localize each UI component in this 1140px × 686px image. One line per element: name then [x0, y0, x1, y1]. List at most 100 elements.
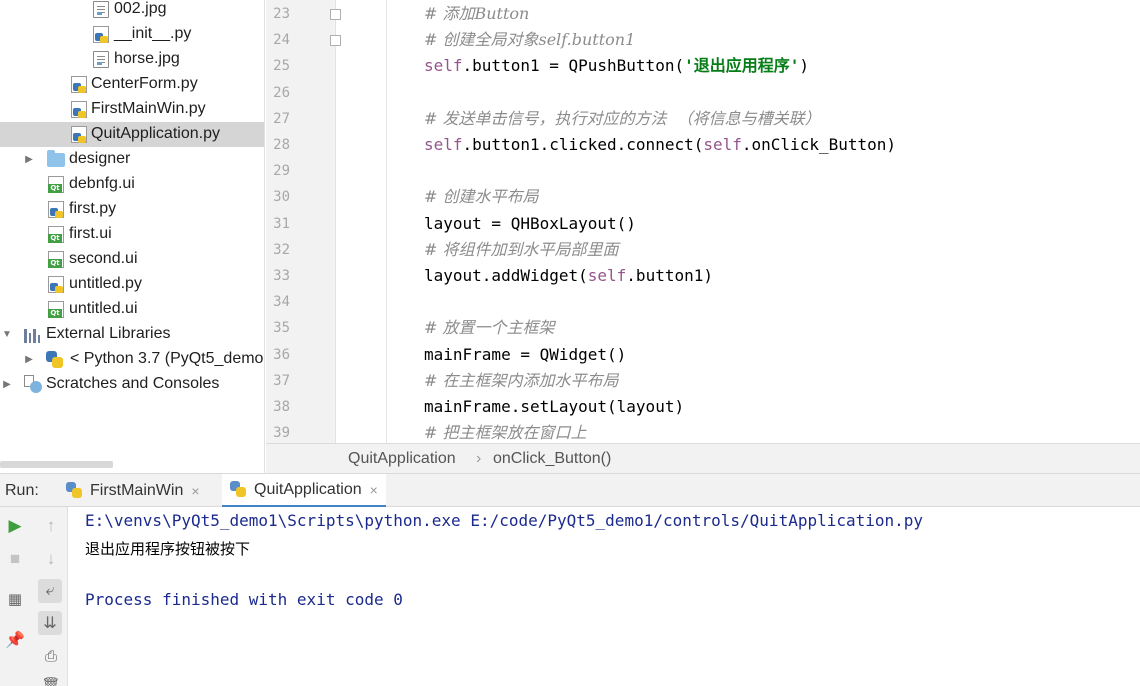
tree-horizontal-scrollbar[interactable] — [0, 461, 113, 468]
rerun-icon[interactable]: ▶ — [3, 514, 27, 538]
run-tab-firstmainwin[interactable]: FirstMainWin × — [62, 474, 204, 508]
qt-ui-file-icon: Qt — [48, 176, 64, 193]
line-number: 34 — [273, 294, 290, 311]
chevron-right-icon[interactable]: ▶ — [23, 353, 35, 365]
tree-item-untitled-ui[interactable]: Qt untitled.ui — [0, 297, 264, 322]
layout-icon[interactable]: ▦ — [3, 587, 27, 611]
project-tree: 002.jpg __init__.py horse.jpg CenterForm… — [0, 0, 265, 473]
arrow-up-icon[interactable]: ↑ — [39, 514, 63, 538]
python-file-icon — [48, 201, 64, 218]
python-file-icon — [71, 126, 87, 143]
line-number: 37 — [273, 372, 290, 389]
arrow-down-icon[interactable]: ↓ — [39, 547, 63, 571]
line-number: 30 — [273, 189, 290, 206]
close-icon[interactable]: × — [370, 482, 378, 498]
tree-item-quitapplication-py[interactable]: QuitApplication.py — [0, 122, 264, 147]
breadcrumb-separator: › — [476, 450, 482, 467]
tree-item-002-jpg[interactable]: 002.jpg — [0, 0, 264, 22]
python-run-icon — [66, 482, 84, 500]
breadcrumb: QuitApplication › onClick_Button() — [266, 443, 1140, 473]
python-file-icon — [71, 101, 87, 118]
line-number: 39 — [273, 425, 290, 442]
tree-item-init-py[interactable]: __init__.py — [0, 22, 264, 47]
line-number: 25 — [273, 58, 290, 75]
image-file-icon — [93, 1, 109, 18]
breadcrumb-class[interactable]: QuitApplication — [348, 450, 456, 468]
code-line: layout = QHBoxLayout() — [424, 211, 636, 237]
tree-item-label: < Python 3.7 (PyQt5_demo — [70, 350, 264, 367]
code-line: layout.addWidget(self.button1) — [424, 263, 713, 289]
tree-item-second-ui[interactable]: Qt second.ui — [0, 247, 264, 272]
line-number: 35 — [273, 320, 290, 337]
run-tool-window-header: Run: FirstMainWin × QuitApplication × — [0, 473, 1140, 508]
run-toolbar: ▶ ↑ ■ ↓ ⤶ ▦ ⇊ 📌 ⎙ 🗑 — [0, 507, 68, 686]
tree-item-untitled-py[interactable]: untitled.py — [0, 272, 264, 297]
code-token: ) — [799, 56, 810, 76]
line-number: 27 — [273, 110, 290, 127]
code-line: self.button1 = QPushButton('退出应用程序') — [424, 53, 809, 79]
folder-icon — [47, 150, 65, 167]
code-editor[interactable]: 23 24 25 26 27 28 29 30 31 32 33 34 35 36 37 38 39 # 添加B… — [266, 0, 1140, 443]
self-keyword: self — [424, 56, 463, 76]
tree-item-label: Scratches and Consoles — [46, 375, 220, 392]
tree-item-designer[interactable]: ▶ designer — [0, 147, 264, 172]
soft-wrap-icon[interactable]: ⤶ — [38, 579, 62, 603]
tree-item-label: designer — [69, 150, 131, 167]
run-tab-label: QuitApplication — [254, 480, 362, 498]
tree-item-label: CenterForm.py — [91, 75, 198, 92]
run-console[interactable]: E:\venvs\PyQt5_demo1\Scripts\python.exe … — [68, 507, 1140, 686]
scroll-to-end-icon[interactable]: ⇊ — [38, 611, 62, 635]
close-icon[interactable]: × — [191, 483, 199, 499]
line-number: 32 — [273, 241, 290, 258]
stop-icon[interactable]: ■ — [3, 547, 27, 571]
tree-item-label: first.ui — [69, 225, 112, 242]
self-keyword: self — [703, 135, 742, 154]
tree-item-scratches[interactable]: ▶ Scratches and Consoles — [0, 372, 264, 397]
tree-item-first-py[interactable]: first.py — [0, 197, 264, 222]
self-keyword: self — [424, 135, 463, 154]
code-token: layout = QHBoxLayout() — [424, 213, 636, 233]
string-literal: '退出应用程序' — [684, 56, 800, 76]
line-number: 38 — [273, 399, 290, 415]
code-comment: # 在主框架内添加水平布局 — [424, 370, 619, 390]
tree-item-first-ui[interactable]: Qt first.ui — [0, 222, 264, 247]
tree-item-python-sdk[interactable]: ▶ < Python 3.7 (PyQt5_demo — [0, 347, 264, 372]
tree-item-centerform-py[interactable]: CenterForm.py — [0, 72, 264, 97]
trash-icon[interactable]: 🗑 — [39, 673, 63, 686]
chevron-right-icon[interactable]: ▶ — [1, 378, 13, 390]
line-number: 28 — [273, 137, 290, 153]
console-icon — [30, 381, 42, 393]
tree-item-firstmainwin-py[interactable]: FirstMainWin.py — [0, 97, 264, 122]
code-token: mainFrame = QWidget() — [424, 344, 627, 364]
python-file-icon — [48, 276, 64, 293]
tree-item-label: horse.jpg — [114, 50, 180, 67]
fold-marker-icon[interactable] — [330, 35, 341, 47]
tree-item-label: untitled.ui — [69, 300, 138, 317]
run-tab-label: FirstMainWin — [90, 482, 184, 499]
python-file-icon — [71, 76, 87, 93]
tree-item-label: debnfg.ui — [69, 175, 135, 192]
breadcrumb-method[interactable]: onClick_Button() — [493, 450, 611, 468]
qt-ui-file-icon: Qt — [48, 226, 64, 243]
code-comment: # 把主框架放在窗口上 — [424, 423, 587, 443]
line-number: 31 — [273, 215, 290, 232]
qt-ui-file-icon: Qt — [48, 251, 64, 268]
print-icon[interactable]: ⎙ — [39, 644, 63, 668]
tree-item-label: untitled.py — [69, 275, 142, 292]
console-command-line: E:\venvs\PyQt5_demo1\Scripts\python.exe … — [85, 511, 924, 530]
code-comment: # 创建全局对象self.button1 — [424, 30, 636, 50]
tree-item-label: External Libraries — [46, 325, 171, 342]
fold-marker-icon[interactable] — [330, 9, 341, 20]
tree-item-debnfg-ui[interactable]: Qt debnfg.ui — [0, 172, 264, 197]
run-tab-quitapplication[interactable]: QuitApplication × — [222, 474, 386, 508]
line-number-gutter: 23 24 25 26 27 28 29 30 31 32 33 34 35 36 37 38 39 — [266, 0, 336, 443]
chevron-down-icon[interactable]: ▼ — [1, 328, 13, 340]
code-token: .button1.clicked.connect( — [462, 135, 704, 154]
console-output-line: 退出应用程序按钮被按下 — [85, 540, 251, 558]
library-icon — [24, 326, 40, 343]
pin-icon[interactable]: 📌 — [3, 628, 27, 652]
tree-item-external-libraries[interactable]: ▼ External Libraries — [0, 322, 264, 347]
chevron-right-icon[interactable]: ▶ — [23, 153, 35, 165]
tree-item-horse-jpg[interactable]: horse.jpg — [0, 47, 264, 72]
run-label: Run: — [5, 482, 39, 499]
